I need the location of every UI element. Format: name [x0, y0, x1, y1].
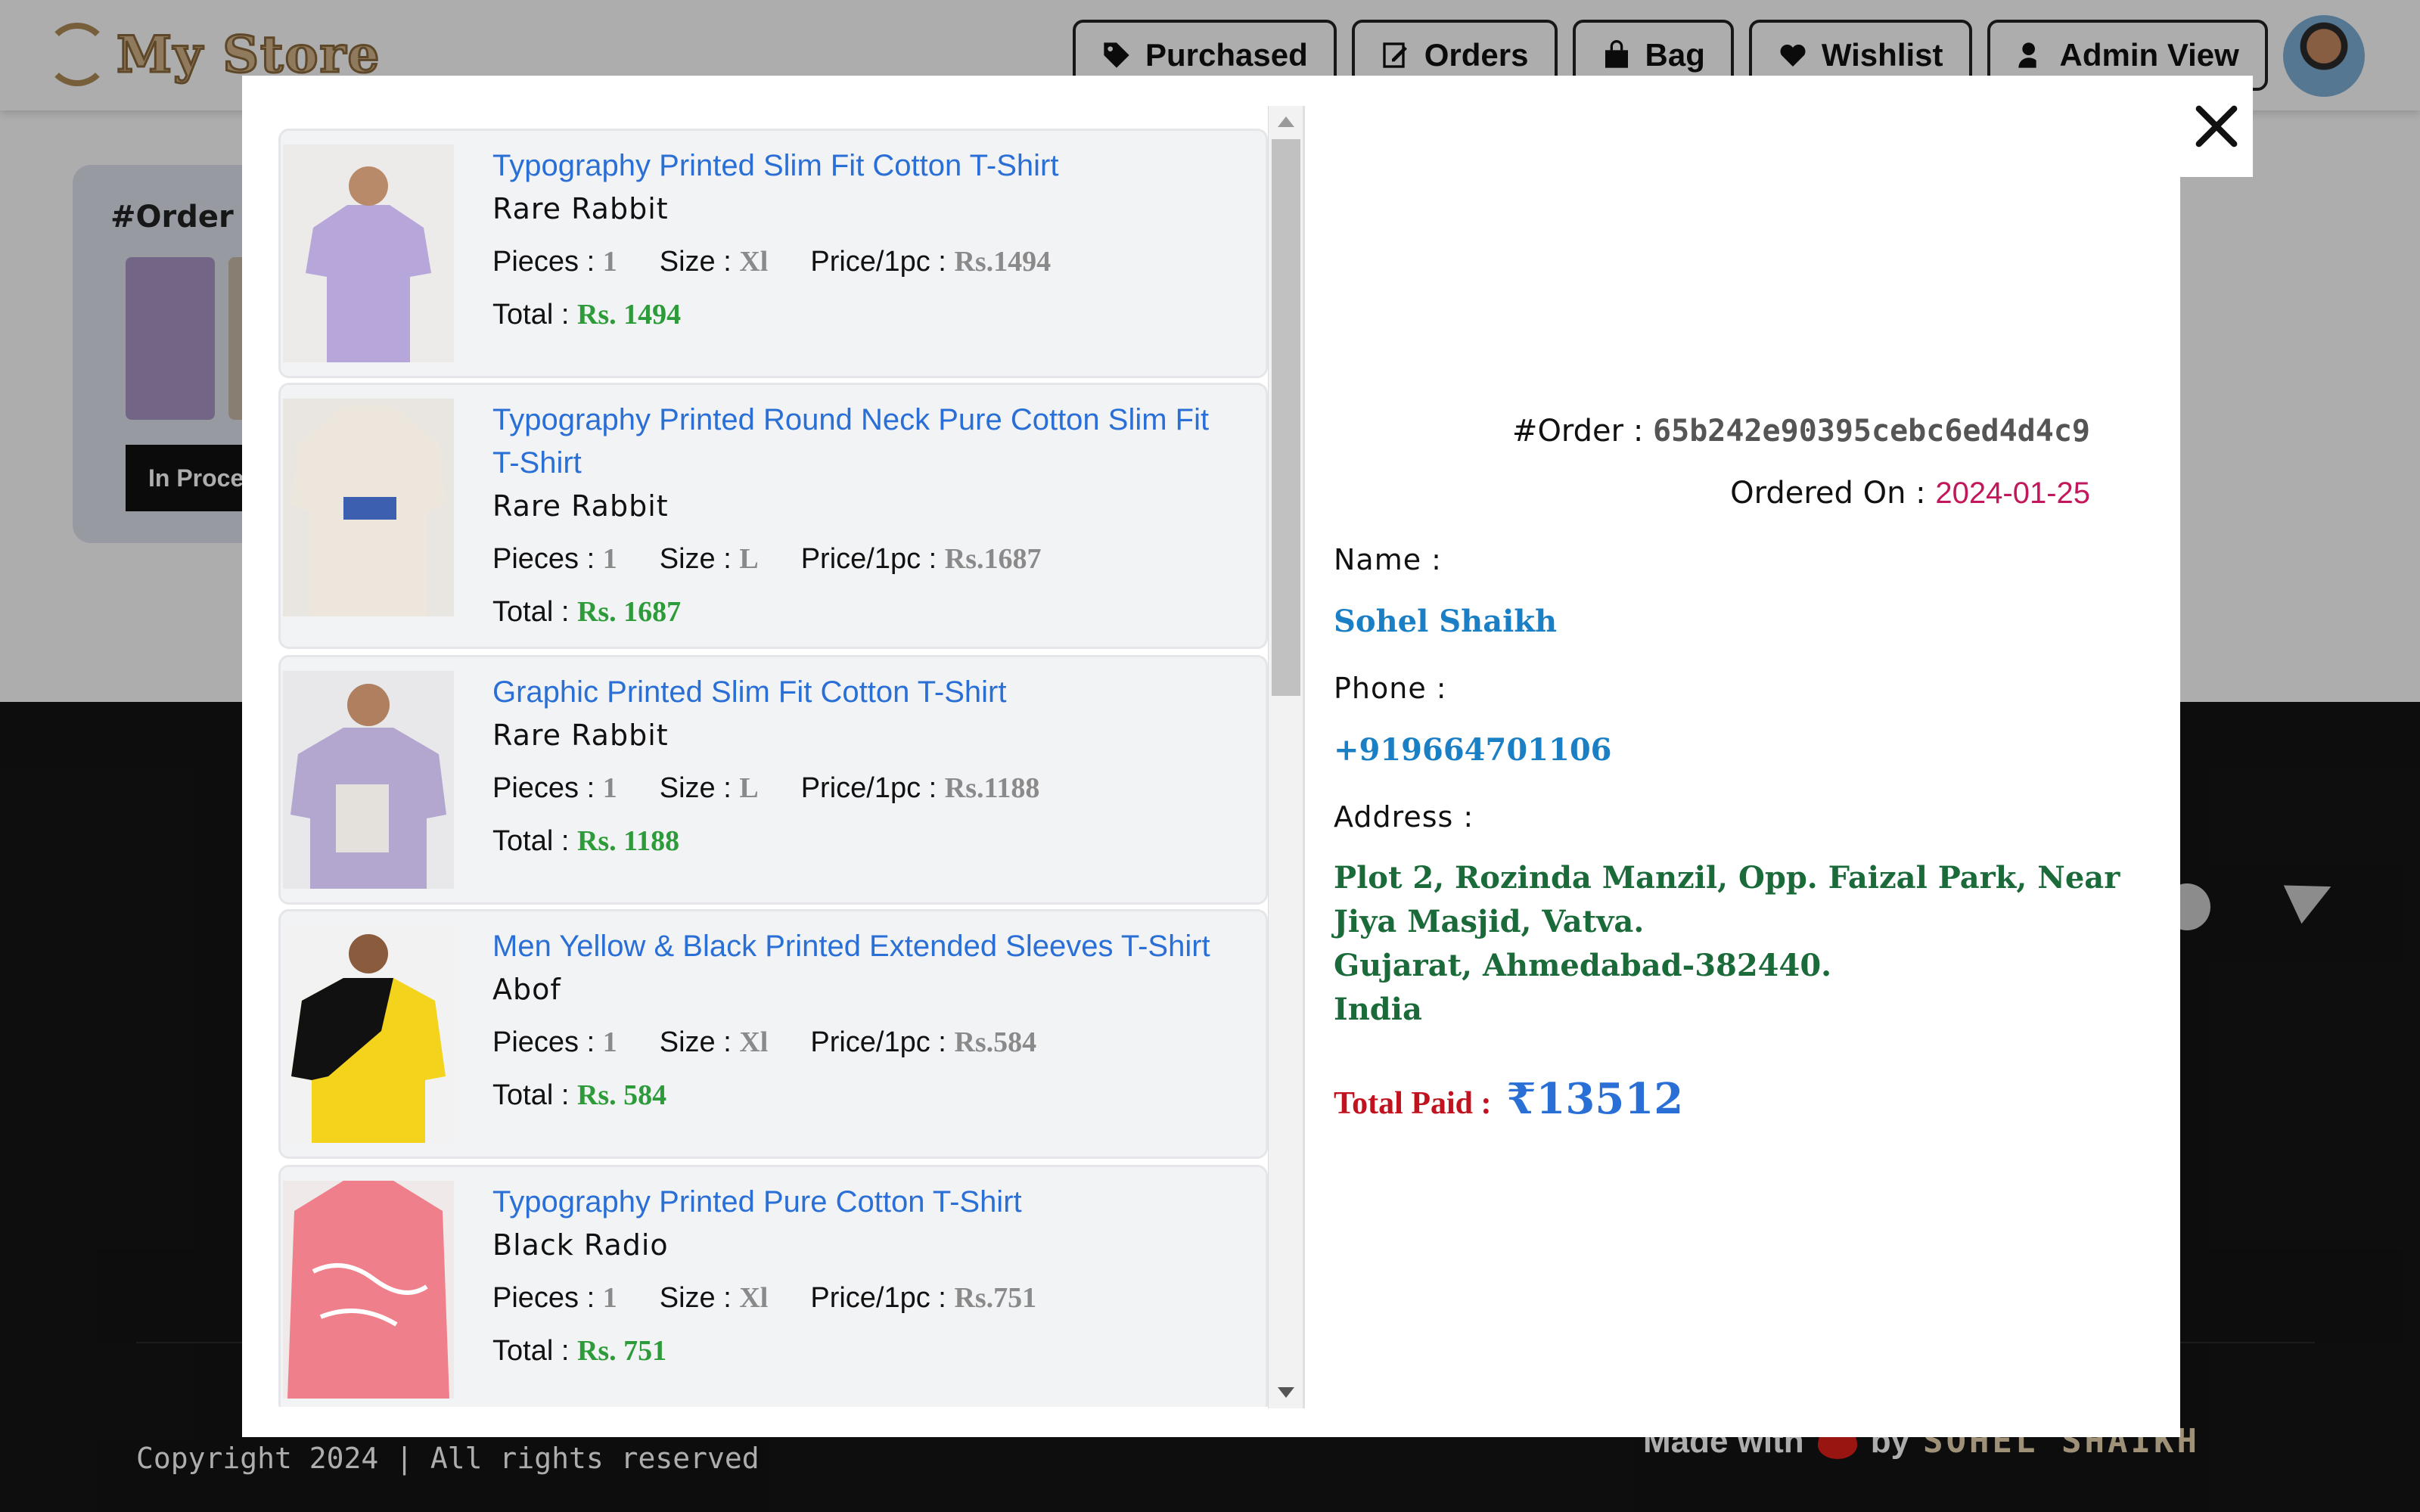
size-value: Xl — [739, 246, 769, 278]
total-label: Total : — [492, 299, 570, 331]
product-brand: Black Radio — [492, 1228, 669, 1262]
price-label: Price/1pc : — [810, 1282, 946, 1314]
order-item: Men Yellow & Black Printed Extended Slee… — [278, 909, 1268, 1159]
address-line: Plot 2, Rozinda Manzil, Opp. Faizal Park… — [1334, 860, 2120, 896]
product-brand: Rare Rabbit — [492, 489, 669, 523]
close-button[interactable] — [2180, 76, 2253, 177]
product-title-link[interactable]: Men Yellow & Black Printed Extended Slee… — [492, 925, 1243, 968]
product-title-link[interactable]: Typography Printed Pure Cotton T-Shirt — [492, 1181, 1243, 1224]
total-paid-row: Total Paid : ₹13512 — [1334, 1074, 2120, 1124]
total-label: Total : — [492, 1079, 570, 1111]
total-value: Rs. 1494 — [576, 299, 682, 331]
order-id-label: #Order : — [1511, 414, 1644, 449]
pieces-value: 1 — [602, 1282, 617, 1314]
order-item: Graphic Printed Slim Fit Cotton T-Shirt … — [278, 655, 1268, 905]
address-label: Address : — [1334, 800, 1474, 834]
order-items-list[interactable]: Typography Printed Slim Fit Cotton T-Shi… — [278, 106, 1271, 1407]
scroll-thumb[interactable] — [1272, 139, 1300, 696]
order-id-value: 65b242e90395cebc6ed4d4c9 — [1653, 414, 2090, 449]
close-icon — [2195, 105, 2238, 147]
ordered-on-value: 2024-01-25 — [1935, 477, 2090, 510]
price-value: Rs.1494 — [954, 246, 1052, 278]
scroll-down-arrow-icon[interactable] — [1278, 1387, 1294, 1398]
modal-column-divider — [1303, 106, 1305, 1408]
total-value: Rs. 751 — [576, 1335, 667, 1367]
total-paid-value: ₹13512 — [1506, 1074, 1684, 1124]
pieces-label: Pieces : — [492, 246, 595, 278]
product-brand: Abof — [492, 973, 561, 1006]
total-paid-label: Total Paid : — [1334, 1086, 1492, 1121]
customer-address: Plot 2, Rozinda Manzil, Opp. Faizal Park… — [1334, 856, 2120, 1032]
total-label: Total : — [492, 596, 570, 628]
address-line: Gujarat, Ahmedabad-382440. — [1334, 948, 1832, 983]
total-value: Rs. 1188 — [576, 825, 680, 857]
size-label: Size : — [659, 543, 732, 575]
pieces-value: 1 — [602, 1026, 617, 1058]
order-item: Typography Printed Pure Cotton T-Shirt B… — [278, 1165, 1268, 1407]
product-title-link[interactable]: Typography Printed Slim Fit Cotton T-Shi… — [492, 144, 1243, 188]
pieces-label: Pieces : — [492, 543, 595, 575]
size-value: Xl — [739, 1282, 769, 1314]
size-label: Size : — [659, 1026, 732, 1058]
customer-name: Sohel Shaikh — [1334, 604, 1558, 639]
price-value: Rs.1687 — [944, 543, 1042, 575]
pieces-label: Pieces : — [492, 772, 595, 804]
scroll-up-arrow-icon[interactable] — [1278, 116, 1294, 127]
total-label: Total : — [492, 825, 570, 857]
price-value: Rs.1188 — [944, 772, 1040, 804]
size-label: Size : — [659, 772, 732, 804]
product-image — [283, 671, 454, 889]
product-image — [283, 399, 454, 616]
price-value: Rs.751 — [954, 1282, 1037, 1314]
address-line: Jiya Masjid, Vatva. — [1334, 904, 1645, 939]
order-id-row: #Order : 65b242e90395cebc6ed4d4c9 — [1334, 408, 2120, 454]
size-value: L — [739, 772, 759, 804]
total-label: Total : — [492, 1335, 570, 1367]
address-line: India — [1334, 992, 1422, 1027]
product-title-link[interactable]: Graphic Printed Slim Fit Cotton T-Shirt — [492, 671, 1243, 714]
pieces-value: 1 — [602, 246, 617, 278]
name-label: Name : — [1334, 543, 1442, 576]
pieces-label: Pieces : — [492, 1282, 595, 1314]
phone-label: Phone : — [1334, 672, 1447, 705]
size-label: Size : — [659, 246, 732, 278]
product-title-link[interactable]: Typography Printed Round Neck Pure Cotto… — [492, 399, 1243, 485]
order-details-panel: #Order : 65b242e90395cebc6ed4d4c9 Ordere… — [1334, 408, 2120, 1124]
product-image — [283, 925, 454, 1143]
total-value: Rs. 584 — [576, 1079, 667, 1111]
price-label: Price/1pc : — [810, 1026, 946, 1058]
price-label: Price/1pc : — [800, 543, 937, 575]
price-label: Price/1pc : — [800, 772, 937, 804]
ordered-on-label: Ordered On : — [1730, 476, 1926, 511]
product-brand: Rare Rabbit — [492, 192, 669, 225]
pieces-value: 1 — [602, 772, 617, 804]
size-value: L — [739, 543, 759, 575]
order-item: Typography Printed Slim Fit Cotton T-Shi… — [278, 129, 1268, 378]
total-value: Rs. 1687 — [576, 596, 682, 628]
size-value: Xl — [739, 1026, 769, 1058]
pieces-label: Pieces : — [492, 1026, 595, 1058]
ordered-on-row: Ordered On : 2024-01-25 — [1334, 470, 2120, 516]
size-label: Size : — [659, 1282, 732, 1314]
price-label: Price/1pc : — [810, 246, 946, 278]
order-item: Typography Printed Round Neck Pure Cotto… — [278, 383, 1268, 649]
customer-phone: +919664701106 — [1334, 732, 1612, 768]
pieces-value: 1 — [602, 543, 617, 575]
items-scrollbar[interactable] — [1268, 106, 1303, 1408]
price-value: Rs.584 — [954, 1026, 1037, 1058]
product-image — [283, 1181, 454, 1399]
product-brand: Rare Rabbit — [492, 719, 669, 752]
product-image — [283, 144, 454, 362]
